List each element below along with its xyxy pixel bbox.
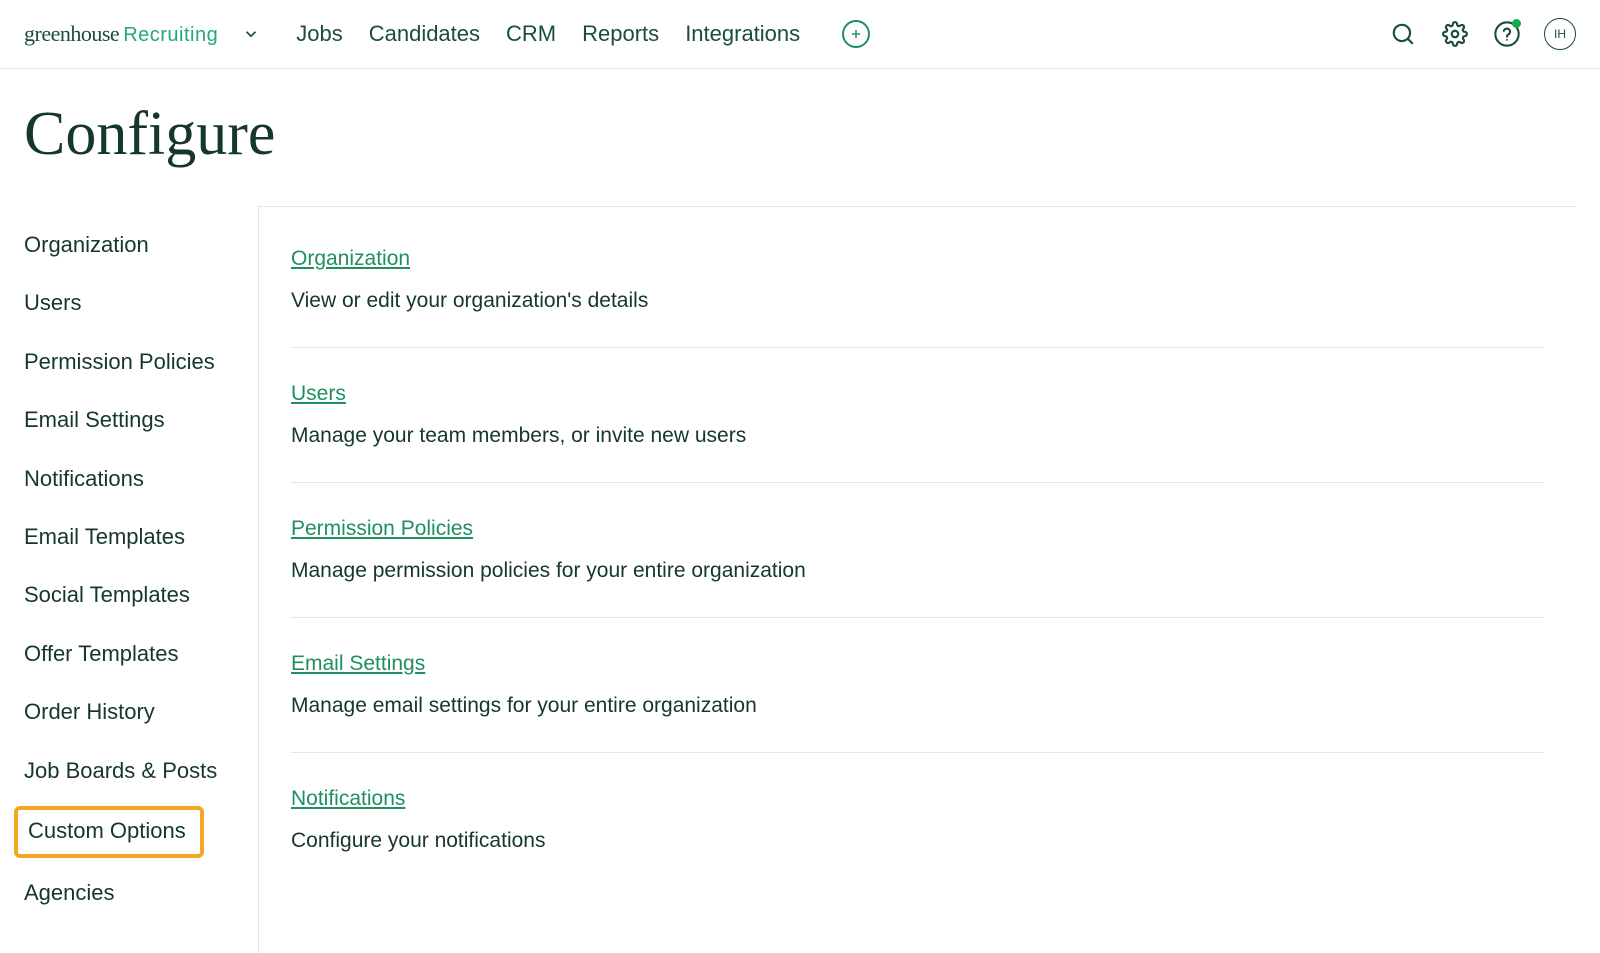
sidebar-item-job-boards-posts[interactable]: Job Boards & Posts — [24, 742, 258, 800]
nav-crm[interactable]: CRM — [506, 21, 556, 47]
help-icon[interactable] — [1492, 19, 1522, 49]
sidebar: Organization Users Permission Policies E… — [0, 206, 258, 953]
config-desc-users: Manage your team members, or invite new … — [291, 424, 1544, 448]
logo[interactable]: greenhouse Recruiting — [24, 21, 218, 47]
page-title: Configure — [0, 69, 1600, 206]
sidebar-item-notifications[interactable]: Notifications — [24, 450, 258, 508]
sidebar-item-agencies[interactable]: Agencies — [24, 864, 258, 922]
avatar-initials: IH — [1554, 27, 1566, 41]
avatar[interactable]: IH — [1544, 18, 1576, 50]
main-panel: Organization View or edit your organizat… — [258, 206, 1576, 953]
notification-dot — [1512, 19, 1521, 28]
config-item-users: Users Manage your team members, or invit… — [291, 382, 1544, 483]
nav-reports[interactable]: Reports — [582, 21, 659, 47]
sidebar-item-email-settings[interactable]: Email Settings — [24, 391, 258, 449]
logo-text-greenhouse: greenhouse — [24, 21, 119, 47]
config-link-organization[interactable]: Organization — [291, 247, 410, 270]
nav-candidates[interactable]: Candidates — [369, 21, 480, 47]
sidebar-item-email-templates[interactable]: Email Templates — [24, 508, 258, 566]
top-header: greenhouse Recruiting Jobs Candidates CR… — [0, 0, 1600, 69]
header-right: IH — [1388, 18, 1576, 50]
config-link-permission-policies[interactable]: Permission Policies — [291, 517, 473, 540]
logo-text-recruiting: Recruiting — [123, 24, 218, 47]
sidebar-item-social-templates[interactable]: Social Templates — [24, 566, 258, 624]
nav-integrations[interactable]: Integrations — [685, 21, 800, 47]
gear-icon[interactable] — [1440, 19, 1470, 49]
search-icon[interactable] — [1388, 19, 1418, 49]
sidebar-item-offer-templates[interactable]: Offer Templates — [24, 625, 258, 683]
product-switcher-chevron-icon[interactable] — [242, 25, 260, 43]
config-item-notifications: Notifications Configure your notificatio… — [291, 787, 1544, 887]
sidebar-item-organization[interactable]: Organization — [24, 216, 258, 274]
config-desc-notifications: Configure your notifications — [291, 829, 1544, 853]
body-row: Organization Users Permission Policies E… — [0, 206, 1600, 953]
config-desc-email-settings: Manage email settings for your entire or… — [291, 694, 1544, 718]
config-link-users[interactable]: Users — [291, 382, 346, 405]
add-button[interactable] — [842, 20, 870, 48]
sidebar-item-permission-policies[interactable]: Permission Policies — [24, 333, 258, 391]
config-desc-permission-policies: Manage permission policies for your enti… — [291, 559, 1544, 583]
config-item-organization: Organization View or edit your organizat… — [291, 247, 1544, 348]
sidebar-item-order-history[interactable]: Order History — [24, 683, 258, 741]
primary-nav: Jobs Candidates CRM Reports Integrations — [296, 21, 800, 47]
config-item-permission-policies: Permission Policies Manage permission po… — [291, 517, 1544, 618]
nav-jobs[interactable]: Jobs — [296, 21, 342, 47]
config-link-email-settings[interactable]: Email Settings — [291, 652, 425, 675]
config-desc-organization: View or edit your organization's details — [291, 289, 1544, 313]
config-link-notifications[interactable]: Notifications — [291, 787, 405, 810]
sidebar-item-custom-options[interactable]: Custom Options — [14, 806, 204, 858]
config-item-email-settings: Email Settings Manage email settings for… — [291, 652, 1544, 753]
sidebar-item-users[interactable]: Users — [24, 274, 258, 332]
